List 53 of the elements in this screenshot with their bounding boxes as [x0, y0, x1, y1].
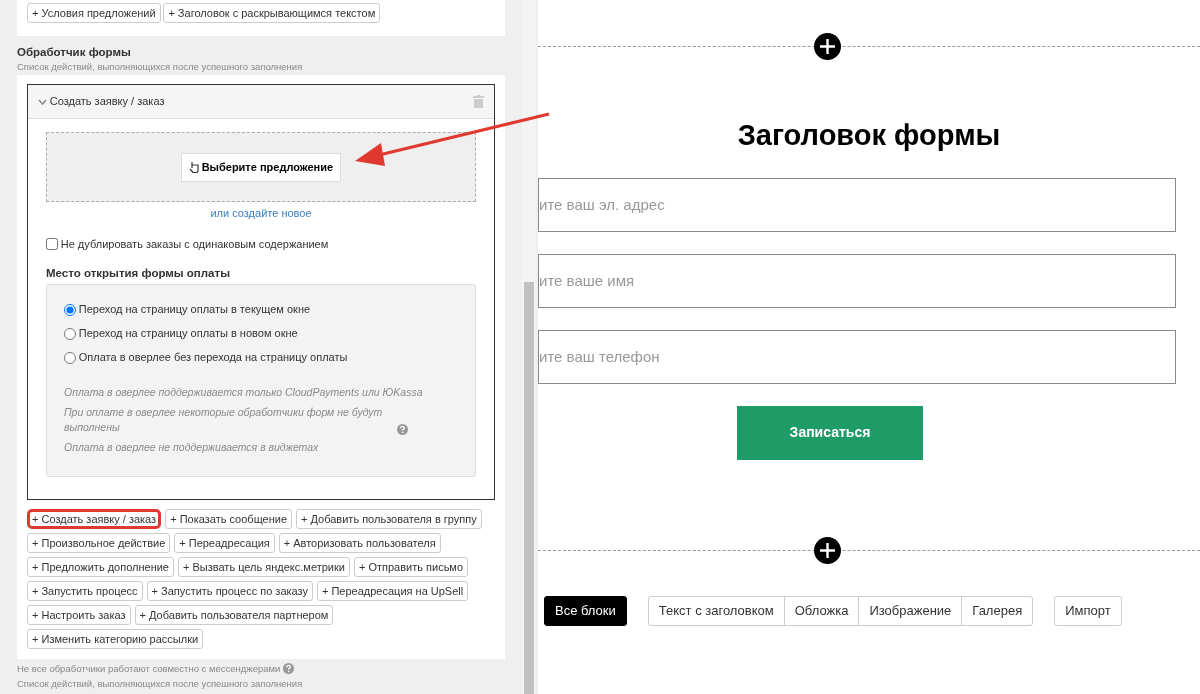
pointing-hand-icon: [188, 161, 199, 173]
hint-text: При оплате в оверлее некоторые обработчики форм не будут выполнены: [64, 405, 384, 435]
create-new-link[interactable]: или создайте новое: [210, 207, 312, 219]
form-input-field[interactable]: ите ваш эл. адрес: [538, 177, 1176, 232]
help-icon[interactable]: [396, 424, 408, 435]
add-action-button[interactable]: + Добавить пользователя в группу: [296, 509, 482, 529]
payment-section-title: Место открытия формы оплаты: [46, 266, 231, 281]
add-action-button[interactable]: + Переадресация: [174, 533, 275, 553]
section-subtitle: Список действий, выполняющихся после успешного заполнения: [17, 60, 304, 73]
hint-text: Оплата в оверлее не поддерживается в виджетах: [64, 440, 319, 455]
help-icon[interactable]: [283, 663, 295, 674]
radio-button[interactable]: [64, 327, 76, 340]
radio-label: Переход на страницу оплаты в текущем окне: [78, 302, 311, 317]
block-filter-tab[interactable]: Импорт: [1054, 595, 1122, 626]
action-title[interactable]: Создать заявку / заказ: [49, 93, 165, 110]
radio-label: Переход на страницу оплаты в новом окне: [78, 326, 298, 341]
form-input-field[interactable]: ите ваш телефон: [538, 329, 1176, 384]
add-block-icon[interactable]: [814, 33, 841, 60]
add-action-button[interactable]: + Добавить пользователя партнером: [134, 605, 334, 625]
radio-button[interactable]: [64, 303, 76, 316]
footer-note: Список действий, выполняющихся после успешного заполнения: [17, 677, 303, 690]
add-action-button[interactable]: + Запустить процесс: [27, 581, 143, 601]
add-action-button[interactable]: + Отправить письмо: [353, 557, 469, 577]
footer-note: Не все обработчики работают совместно с мессенджерами: [17, 662, 281, 675]
add-action-button[interactable]: + Запустить процесс по заказу: [146, 581, 313, 601]
section-title: Обработчик формы: [17, 45, 132, 60]
add-action-button[interactable]: + Вызвать цель яндекс.метрики: [178, 557, 350, 577]
add-action-button[interactable]: + Показать сообщение: [165, 509, 292, 529]
form-title: Заголовок формы: [736, 118, 1002, 153]
add-block-button[interactable]: + Заголовок с раскрывающимся текстом: [163, 3, 381, 23]
block-filter-tab[interactable]: Галерея: [961, 595, 1034, 626]
form-input-field[interactable]: ите ваше имя: [538, 253, 1176, 308]
checkbox-label: Не дублировать заказы с одинаковым содержанием: [60, 236, 329, 252]
radio-button[interactable]: [64, 351, 76, 364]
add-block-icon[interactable]: [814, 536, 841, 564]
add-action-button[interactable]: + Авторизовать пользователя: [278, 533, 441, 553]
duplicate-checkbox[interactable]: [46, 237, 58, 250]
add-action-button[interactable]: + Предложить дополнение: [27, 557, 174, 577]
hint-text: Оплата в оверлее поддерживается только CloudPayments или ЮKassa: [64, 385, 423, 400]
scrollbar-thumb[interactable]: [524, 282, 534, 694]
add-action-button[interactable]: + Изменить категорию рассылки: [27, 629, 204, 649]
add-action-button[interactable]: + Переадресация на UpSell: [316, 581, 469, 601]
block-filter-tab[interactable]: Все блоки: [544, 595, 627, 626]
block-filter-tab[interactable]: Обложка: [783, 595, 860, 626]
select-offer-button[interactable]: Выберите предложение: [180, 152, 342, 182]
add-action-button[interactable]: + Произвольное действие: [27, 533, 171, 553]
chevron-down-icon[interactable]: [38, 98, 47, 105]
block-filter-tab[interactable]: Изображение: [858, 595, 963, 626]
add-action-button[interactable]: + Создать заявку / заказ: [27, 509, 162, 529]
block-filter-tab[interactable]: Текст с заголовком: [647, 595, 785, 626]
radio-label: Оплата в оверлее без перехода на страницу оплаты: [78, 350, 348, 365]
add-action-button[interactable]: + Настроить заказ: [27, 605, 131, 625]
add-block-button[interactable]: + Условия предложений: [27, 3, 161, 23]
